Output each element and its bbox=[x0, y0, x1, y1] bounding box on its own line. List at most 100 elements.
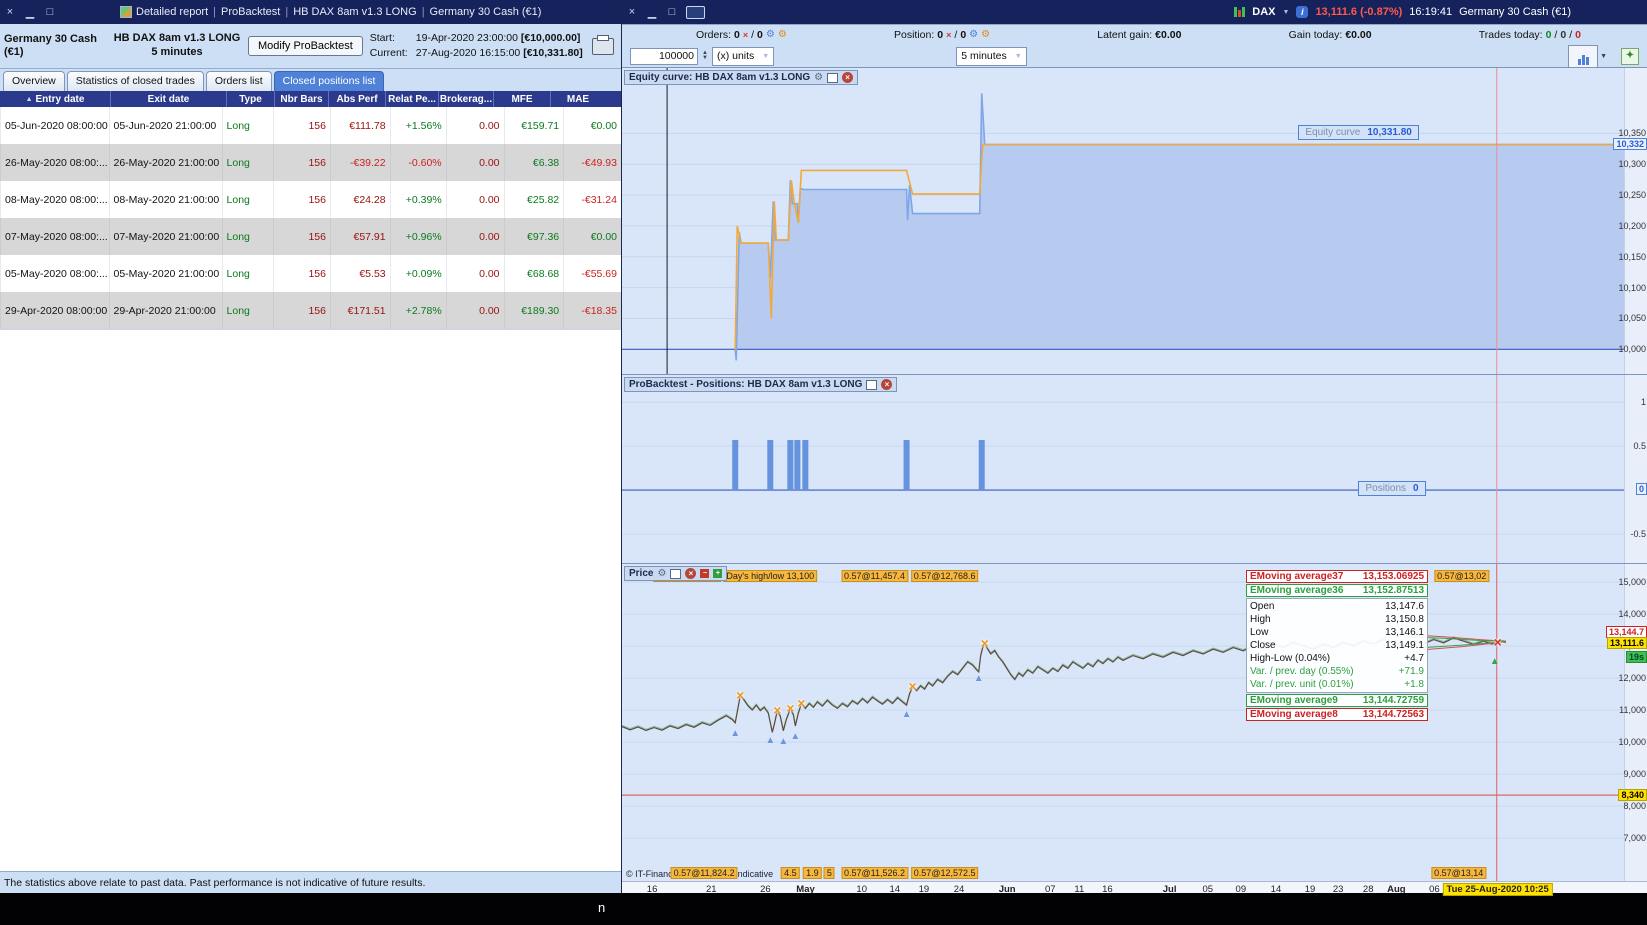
table-cell: Long bbox=[221, 144, 274, 181]
ohlc-row: Close 13,149.1 bbox=[1250, 639, 1424, 652]
equity-panel-title: Equity curve: HB DAX 8am v1.3 LONG ⚙ × bbox=[624, 70, 859, 85]
axis-tick-label: 10,250 bbox=[1618, 190, 1646, 201]
column-header[interactable]: Exit date bbox=[110, 91, 226, 107]
gain-today-label: Gain today: bbox=[1288, 29, 1343, 41]
ohlc-row: Var. / prev. unit (0.01%) +1.8 bbox=[1250, 678, 1424, 691]
detach-icon[interactable] bbox=[670, 568, 682, 579]
cancel-orders-icon[interactable]: × bbox=[743, 30, 748, 40]
positions-label-value: 0 bbox=[1413, 483, 1419, 495]
chart-type-button[interactable] bbox=[1568, 44, 1599, 68]
quantity-stepper[interactable]: ▲ ▼ bbox=[702, 50, 708, 61]
tab-statistics[interactable]: Statistics of closed trades bbox=[66, 71, 204, 91]
axis-value-tag: 19s bbox=[1625, 650, 1647, 663]
equity-label-value: 10,331.80 bbox=[1367, 126, 1412, 138]
close-icon[interactable]: × bbox=[881, 379, 893, 390]
modify-probacktest-button[interactable]: Modify ProBacktest bbox=[248, 36, 363, 56]
chevron-down-icon[interactable]: ▼ bbox=[1283, 9, 1290, 16]
positions-plot[interactable]: ProBacktest - Positions: HB DAX 8am v1.3… bbox=[622, 375, 1624, 563]
close-button[interactable]: × bbox=[0, 6, 20, 18]
axis-tick-label: 9,000 bbox=[1623, 769, 1646, 779]
keyboard-icon[interactable] bbox=[686, 5, 705, 19]
minimize-button[interactable]: ▁ bbox=[642, 6, 662, 19]
ema37-name: EMoving average37 bbox=[1250, 571, 1344, 582]
ohlc-box: Open 13,147.6 High 13,150.8 Low 13,146.1 Close… bbox=[1246, 598, 1428, 693]
positions-title-text: ProBacktest - Positions: HB DAX 8am v1.3… bbox=[629, 379, 863, 390]
report-footer: The statistics above relate to past data… bbox=[0, 871, 621, 893]
ohlc-value: 13,150.8 bbox=[1385, 614, 1424, 625]
column-header[interactable]: MAE bbox=[550, 91, 605, 107]
table-row[interactable]: 07-May-2020 08:00:... 07-May-2020 21:00:0… bbox=[0, 218, 621, 255]
column-header[interactable]: Relat Pe... bbox=[385, 91, 438, 107]
unit-select[interactable]: (x) units ▼ bbox=[711, 46, 775, 66]
close-icon[interactable]: × bbox=[685, 568, 697, 579]
table-cell: -€18.35 bbox=[563, 292, 621, 329]
maximize-button[interactable]: □ bbox=[40, 6, 60, 18]
buy-icon[interactable]: + bbox=[713, 569, 723, 578]
equity-axis[interactable]: 10,350 10,300 10,250 10,200 10,150 10,100 10,0… bbox=[1613, 68, 1647, 374]
table-cell: €57.91 bbox=[329, 218, 390, 255]
chevron-down-icon: ▼ bbox=[1014, 52, 1022, 60]
position-settings2-icon[interactable]: ⚙ bbox=[981, 30, 990, 40]
detach-icon[interactable] bbox=[827, 72, 839, 83]
column-header[interactable]: MFE bbox=[493, 91, 550, 107]
ema37-value: 13,153.06925 bbox=[1362, 571, 1424, 582]
table-row[interactable]: 08-May-2020 08:00:... 08-May-2020 21:00:0… bbox=[0, 181, 621, 218]
chevron-down-icon[interactable]: ▼ bbox=[1600, 53, 1607, 60]
close-button[interactable]: × bbox=[622, 6, 642, 18]
maximize-button[interactable]: □ bbox=[662, 6, 682, 18]
table-cell: +0.96% bbox=[389, 218, 446, 255]
table-row[interactable]: 29-Apr-2020 08:00:00 29-Apr-2020 21:00:00… bbox=[0, 292, 621, 329]
column-header[interactable]: Nbr Bars bbox=[274, 91, 328, 107]
titlebar-segment: HB DAX 8am v1.3 LONG bbox=[293, 6, 417, 18]
table-row[interactable]: 05-Jun-2020 08:00:00 05-Jun-2020 21:00:00… bbox=[0, 107, 621, 144]
column-header[interactable]: ▲ Entry date bbox=[0, 91, 110, 107]
equity-plot[interactable]: Equity curve: HB DAX 8am v1.3 LONG ⚙ × E… bbox=[622, 68, 1624, 374]
instrument-label[interactable]: DAX bbox=[1252, 6, 1275, 18]
order-price-label: Day's high/low 13,100 bbox=[723, 570, 818, 582]
ema36-value: 13,152.87513 bbox=[1362, 585, 1424, 596]
table-row[interactable]: 05-May-2020 08:00:... 05-May-2020 21:00:0… bbox=[0, 255, 621, 292]
orders-settings2-icon[interactable]: ⚙ bbox=[778, 30, 787, 40]
indicator-icon[interactable]: ✦ bbox=[1621, 47, 1639, 65]
position-settings-icon[interactable]: ⚙ bbox=[969, 30, 978, 40]
table-cell: 0.00 bbox=[445, 292, 504, 329]
table-cell: 0.00 bbox=[445, 107, 504, 144]
column-header[interactable]: Brokerag... bbox=[438, 91, 493, 107]
info-icon[interactable]: i bbox=[1296, 6, 1309, 18]
tab-overview[interactable]: Overview bbox=[3, 71, 65, 91]
tab-closed-positions[interactable]: Closed positions list bbox=[273, 71, 385, 91]
taskbar[interactable]: n bbox=[0, 893, 1647, 925]
price-chart bbox=[622, 564, 1624, 881]
tab-orders-list[interactable]: Orders list bbox=[205, 71, 272, 91]
settings-icon[interactable]: ⚙ bbox=[814, 72, 823, 83]
ema8-row: EMoving average8 13,144.72563 bbox=[1246, 708, 1428, 721]
positions-axis[interactable]: 10.50-0.50 bbox=[1624, 375, 1647, 563]
account-name: Germany 30 Cash (€1) bbox=[1459, 6, 1571, 18]
timeframe-select[interactable]: 5 minutes ▼ bbox=[956, 46, 1027, 66]
table-cell: 26-May-2020 21:00:00 bbox=[108, 144, 222, 181]
detach-icon[interactable] bbox=[866, 379, 878, 390]
column-header[interactable]: Type bbox=[226, 91, 274, 107]
settings-icon[interactable]: ⚙ bbox=[657, 568, 666, 579]
minimize-button[interactable]: ▁ bbox=[20, 6, 40, 19]
price-plot[interactable]: Price ⚙ × − + EMoving average37 13,153.0… bbox=[622, 564, 1624, 881]
ohlc-value: +4.7 bbox=[1404, 653, 1424, 664]
price-axis[interactable]: 15,00014,00013,00012,00011,00010,0009,00… bbox=[1605, 564, 1647, 881]
table-cell: -€31.24 bbox=[563, 181, 621, 218]
sell-icon[interactable]: − bbox=[700, 569, 710, 578]
column-header[interactable]: Abs Perf bbox=[328, 91, 385, 107]
close-icon[interactable]: × bbox=[842, 72, 854, 83]
table-row[interactable]: 26-May-2020 08:00:... 26-May-2020 21:00:0… bbox=[0, 144, 621, 181]
close-position-icon[interactable]: × bbox=[946, 30, 951, 40]
start-equity: [€10,000.00] bbox=[520, 32, 581, 45]
position-pending: 0 bbox=[960, 29, 967, 41]
print-icon[interactable] bbox=[591, 34, 614, 55]
quantity-input[interactable]: 100000 bbox=[630, 47, 698, 65]
positions-panel-title: ProBacktest - Positions: HB DAX 8am v1.3… bbox=[624, 377, 898, 392]
orders-settings-icon[interactable]: ⚙ bbox=[766, 30, 775, 40]
table-cell: €0.00 bbox=[563, 107, 621, 144]
app: × ▁ □ Detailed report | ProBacktest | HB… bbox=[0, 0, 1647, 925]
ohlc-label: Open bbox=[1250, 601, 1275, 612]
table-empty-area bbox=[0, 329, 621, 871]
price-tooltip: EMoving average37 13,153.06925 EMoving a… bbox=[1246, 570, 1428, 722]
